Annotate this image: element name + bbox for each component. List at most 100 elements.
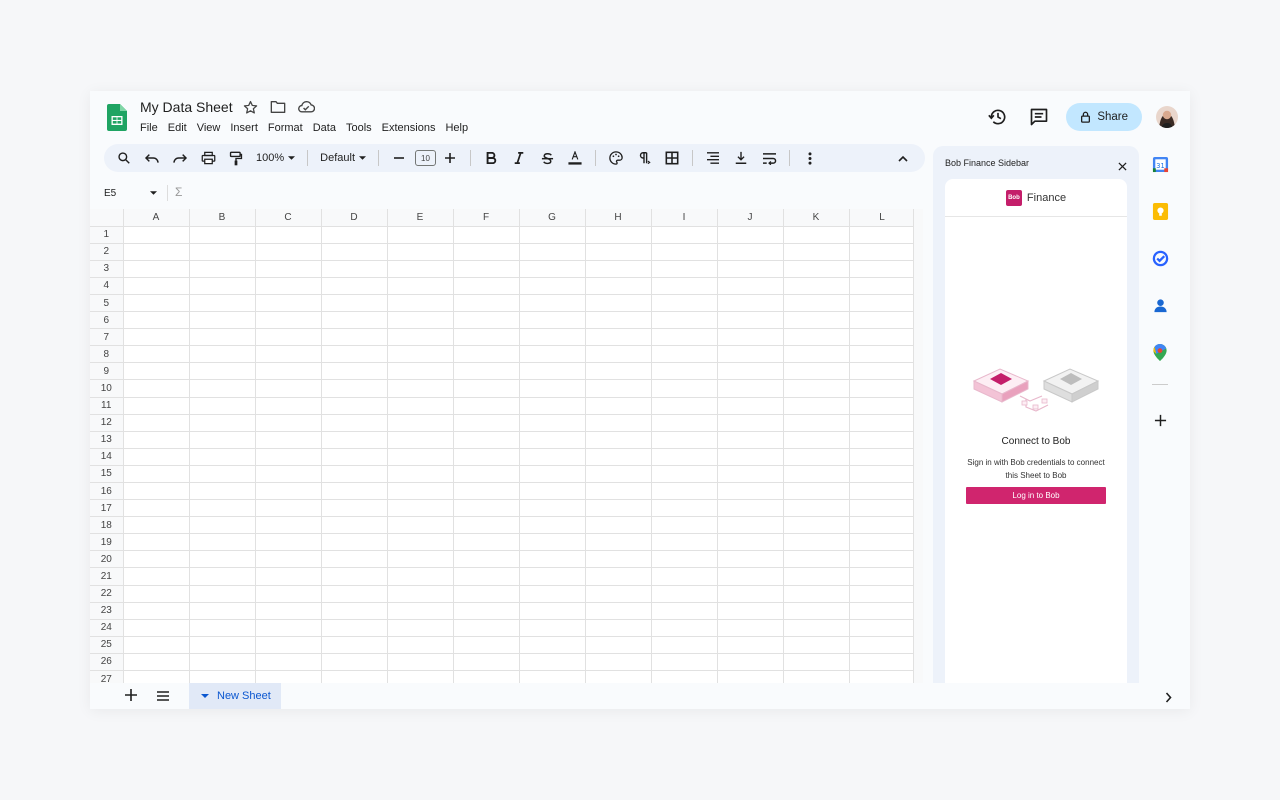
- row-header[interactable]: 11: [90, 397, 124, 415]
- cell[interactable]: [123, 465, 190, 484]
- cell[interactable]: [651, 260, 718, 278]
- cell[interactable]: [717, 345, 784, 364]
- chevron-down-icon[interactable]: [150, 191, 157, 195]
- cell[interactable]: [453, 636, 520, 654]
- zoom-select[interactable]: 100%: [252, 146, 299, 170]
- cell[interactable]: [849, 636, 916, 654]
- horizontal-align-icon[interactable]: [701, 146, 725, 170]
- cell[interactable]: [189, 397, 256, 415]
- cell[interactable]: [651, 482, 718, 501]
- cell[interactable]: [189, 379, 256, 398]
- cell[interactable]: [453, 294, 520, 313]
- cell[interactable]: [717, 482, 784, 501]
- cell[interactable]: [585, 499, 652, 518]
- cell[interactable]: [717, 397, 784, 415]
- cell[interactable]: [387, 465, 454, 484]
- cell[interactable]: [783, 567, 850, 586]
- cell[interactable]: [519, 311, 586, 330]
- cell[interactable]: [189, 653, 256, 672]
- cell[interactable]: [255, 533, 322, 552]
- cell[interactable]: [255, 448, 322, 466]
- cell[interactable]: [651, 670, 718, 683]
- chevron-right-icon[interactable]: [1165, 690, 1172, 708]
- cell[interactable]: [255, 482, 322, 501]
- sheet-tab-new-sheet[interactable]: New Sheet: [189, 683, 281, 709]
- tasks-icon[interactable]: [1149, 247, 1171, 269]
- font-select[interactable]: Default: [316, 146, 370, 170]
- cell[interactable]: [255, 328, 322, 347]
- row-header[interactable]: 7: [90, 328, 124, 347]
- calendar-icon[interactable]: 31: [1149, 153, 1171, 175]
- cell[interactable]: [255, 294, 322, 313]
- cell[interactable]: [849, 414, 916, 432]
- avatar[interactable]: [1156, 106, 1178, 128]
- cell[interactable]: [321, 585, 388, 603]
- cell[interactable]: [321, 465, 388, 484]
- cell[interactable]: [651, 499, 718, 518]
- row-header[interactable]: 25: [90, 636, 124, 654]
- cell[interactable]: [585, 277, 652, 295]
- cell[interactable]: [651, 414, 718, 432]
- cell[interactable]: [189, 636, 256, 654]
- cell[interactable]: [651, 533, 718, 552]
- cell[interactable]: [783, 379, 850, 398]
- cell[interactable]: [783, 260, 850, 278]
- cell[interactable]: [585, 226, 652, 244]
- cell[interactable]: [849, 550, 916, 569]
- cell[interactable]: [717, 243, 784, 261]
- cell[interactable]: [783, 362, 850, 381]
- cell[interactable]: [717, 567, 784, 586]
- cell[interactable]: [255, 431, 322, 449]
- cell[interactable]: [189, 448, 256, 466]
- column-header[interactable]: A: [123, 209, 190, 227]
- cell[interactable]: [321, 499, 388, 518]
- cell[interactable]: [519, 362, 586, 381]
- cell[interactable]: [189, 431, 256, 449]
- cell[interactable]: [321, 448, 388, 466]
- cell[interactable]: [651, 311, 718, 330]
- cell[interactable]: [783, 465, 850, 484]
- cell[interactable]: [849, 379, 916, 398]
- cell[interactable]: [387, 431, 454, 449]
- column-header[interactable]: H: [585, 209, 652, 227]
- strikethrough-icon[interactable]: [535, 146, 559, 170]
- cell[interactable]: [387, 362, 454, 381]
- decrease-font-size-icon[interactable]: [387, 146, 411, 170]
- cell[interactable]: [255, 260, 322, 278]
- cell[interactable]: [189, 345, 256, 364]
- cell[interactable]: [453, 533, 520, 552]
- cell[interactable]: [651, 585, 718, 603]
- contacts-icon[interactable]: [1149, 294, 1171, 316]
- cell[interactable]: [321, 328, 388, 347]
- cell[interactable]: [717, 311, 784, 330]
- cell[interactable]: [387, 567, 454, 586]
- cell[interactable]: [255, 653, 322, 672]
- cell[interactable]: [717, 670, 784, 683]
- cell[interactable]: [453, 448, 520, 466]
- cell[interactable]: [651, 465, 718, 484]
- cell[interactable]: [651, 294, 718, 313]
- cell[interactable]: [783, 345, 850, 364]
- cell[interactable]: [123, 550, 190, 569]
- function-icon[interactable]: Σ: [175, 185, 182, 199]
- cell[interactable]: [123, 636, 190, 654]
- cell[interactable]: [123, 619, 190, 637]
- cell[interactable]: [585, 294, 652, 313]
- row-header[interactable]: 22: [90, 585, 124, 603]
- menu-edit[interactable]: Edit: [168, 122, 187, 134]
- cell[interactable]: [651, 653, 718, 672]
- cell[interactable]: [783, 397, 850, 415]
- cell[interactable]: [849, 328, 916, 347]
- cell[interactable]: [717, 550, 784, 569]
- cell[interactable]: [189, 670, 256, 683]
- cell[interactable]: [189, 602, 256, 620]
- row-header[interactable]: 4: [90, 277, 124, 295]
- cell[interactable]: [585, 328, 652, 347]
- collapse-menus-icon[interactable]: [891, 146, 915, 170]
- cell[interactable]: [387, 533, 454, 552]
- cell[interactable]: [321, 397, 388, 415]
- cell[interactable]: [849, 243, 916, 261]
- cloud-saved-icon[interactable]: [296, 98, 316, 116]
- cell[interactable]: [519, 653, 586, 672]
- cell[interactable]: [453, 585, 520, 603]
